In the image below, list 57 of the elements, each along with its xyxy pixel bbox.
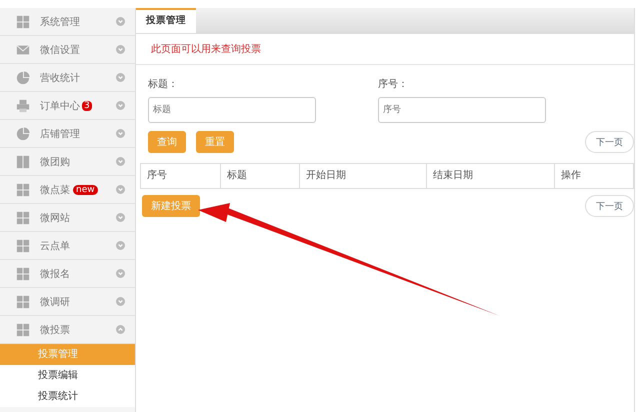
column-header: 操作 (560, 169, 582, 183)
expand-icon (116, 17, 125, 26)
action-button[interactable]: 重置 (196, 131, 234, 153)
new-badge: new (73, 184, 98, 194)
next-page-button[interactable]: 下一页 (585, 131, 634, 153)
field-label: 标题： (148, 78, 179, 91)
pie-chart-icon (16, 70, 30, 84)
grid-icon (16, 182, 30, 196)
menu-label: 微网站 (40, 212, 70, 224)
column-header: 开始日期 (300, 164, 427, 188)
submenu-item[interactable]: 投票统计 (0, 386, 135, 407)
menu-label: 微点菜 (40, 184, 70, 196)
field-label: 序号： (378, 78, 409, 91)
tab[interactable]: 投票管理 (136, 8, 196, 33)
column-header: 标题 (221, 164, 300, 188)
envelope-icon (16, 42, 30, 56)
menu-label: 订单中心 (40, 100, 80, 112)
action-button[interactable]: 查询 (148, 131, 186, 153)
menu-label: 微报名 (40, 268, 70, 280)
column-header: 序号 (141, 164, 221, 188)
submenu-item[interactable]: 投票管理 (0, 344, 135, 365)
expand-icon (116, 101, 125, 110)
menu-label: 微调研 (40, 296, 70, 308)
expand-icon (116, 241, 125, 250)
menu-label: 微团购 (40, 156, 70, 168)
expand-icon (116, 213, 125, 222)
menu-label: 微信设置 (40, 44, 80, 56)
menu-label: 系统管理 (40, 16, 80, 28)
expand-icon (116, 45, 125, 54)
submenu-item[interactable]: 投票编辑 (0, 365, 135, 386)
column-header: 结束日期 (427, 164, 555, 188)
input-field[interactable]: 序号 (378, 97, 546, 123)
columns-icon (16, 154, 30, 168)
count-badge: 3 (82, 100, 92, 110)
notice-text: 此页面可以用来查询投票 (136, 34, 634, 65)
new-vote-button[interactable]: 新建投票 (142, 195, 200, 217)
grid-icon (16, 238, 30, 252)
grid-icon (16, 266, 30, 280)
menu-label: 云点单 (40, 240, 70, 252)
expand-icon (116, 129, 125, 138)
expand-icon (116, 185, 125, 194)
expand-icon (116, 157, 125, 166)
printer-icon (16, 98, 30, 112)
menu-label: 微投票 (40, 324, 70, 336)
grid-icon (16, 14, 30, 28)
grid-icon (16, 322, 30, 336)
next-page-button[interactable]: 下一页 (585, 195, 634, 217)
expand-icon (116, 73, 125, 82)
grid-icon (16, 210, 30, 224)
menu-label: 营收统计 (40, 72, 80, 84)
menu-label: 店铺管理 (40, 128, 80, 140)
input-field[interactable]: 标题 (148, 97, 316, 123)
expand-icon (116, 325, 125, 334)
pie-chart-icon (16, 126, 30, 140)
expand-icon (116, 297, 125, 306)
grid-icon (16, 294, 30, 308)
expand-icon (116, 269, 125, 278)
